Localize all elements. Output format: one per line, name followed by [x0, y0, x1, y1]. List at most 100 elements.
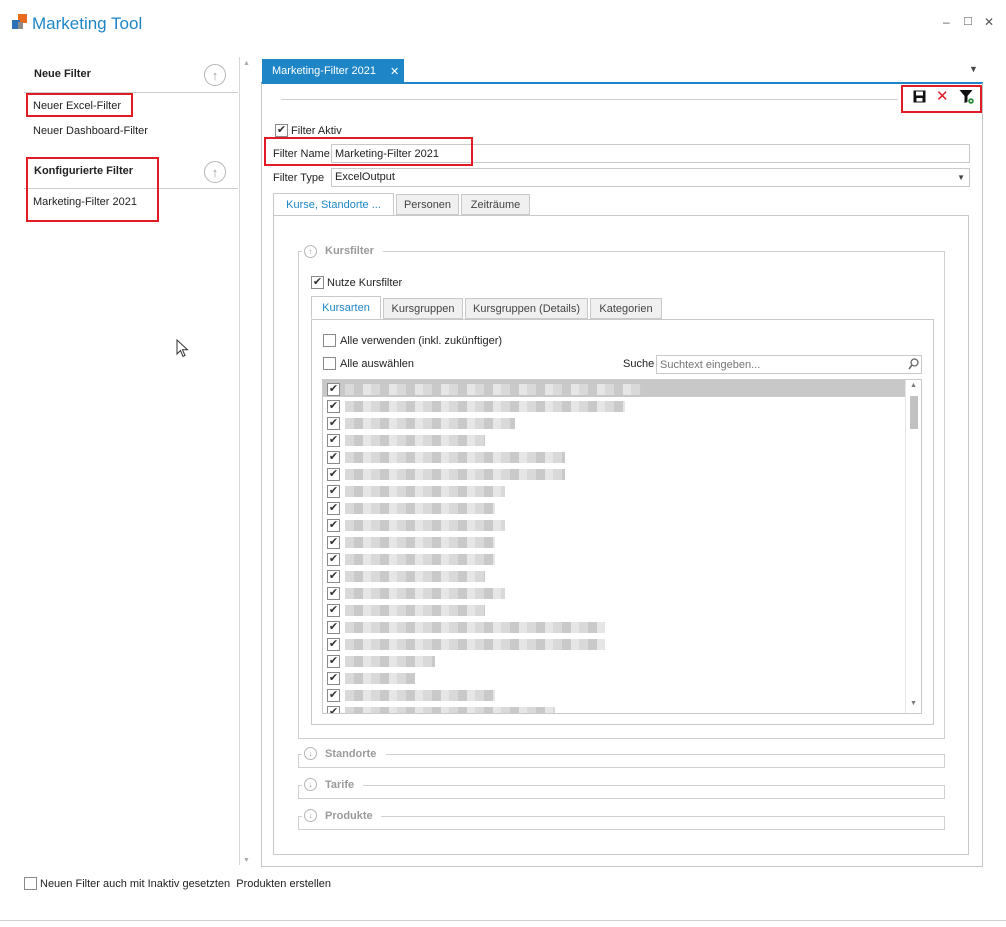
list-item-checkbox[interactable]: ✔ — [327, 400, 340, 413]
document-tab-marketing-filter-2021[interactable]: Marketing-Filter 2021 ✕ — [262, 59, 404, 83]
list-item-blurred-text — [345, 384, 645, 395]
standorte-group — [298, 754, 945, 768]
scroll-down-icon[interactable]: ▼ — [910, 700, 917, 707]
neue-filter-header: Neue Filter — [34, 68, 91, 80]
filter-settings-icon[interactable] — [959, 89, 975, 105]
use-kursfilter-label: Nutze Kursfilter — [327, 277, 403, 289]
list-item-checkbox[interactable]: ✔ — [327, 383, 340, 396]
list-item-checkbox[interactable]: ✔ — [327, 502, 340, 515]
collapse-new-filter-icon[interactable]: ↑ — [204, 64, 226, 86]
list-item-blurred-text — [345, 554, 495, 565]
select-all-checkbox[interactable] — [323, 357, 336, 370]
course-list[interactable]: ✔✔✔✔✔✔✔✔✔✔✔✔✔✔✔✔✔✔✔✔✔ — [322, 379, 922, 714]
list-item[interactable]: ✔ — [323, 602, 906, 619]
list-item[interactable]: ✔ — [323, 534, 906, 551]
filter-name-label: Filter Name — [273, 148, 330, 160]
list-item-checkbox[interactable]: ✔ — [327, 706, 340, 713]
list-item[interactable]: ✔ — [323, 398, 906, 415]
sidebar-item-new-dashboard-filter[interactable]: Neuer Dashboard-Filter — [33, 125, 148, 137]
list-scrollbar[interactable]: ▲ ▼ — [905, 380, 921, 713]
list-item[interactable]: ✔ — [323, 551, 906, 568]
list-item-checkbox[interactable]: ✔ — [327, 621, 340, 634]
tab-kategorien[interactable]: Kategorien — [590, 298, 662, 319]
list-item[interactable]: ✔ — [323, 670, 906, 687]
tab-kursgruppen[interactable]: Kursgruppen — [383, 298, 463, 319]
filter-name-input[interactable] — [331, 144, 970, 163]
list-item[interactable]: ✔ — [323, 381, 906, 398]
list-item[interactable]: ✔ — [323, 415, 906, 432]
app-logo-icon — [12, 14, 28, 30]
list-item[interactable]: ✔ — [323, 687, 906, 704]
list-item-blurred-text — [345, 435, 485, 446]
list-item-checkbox[interactable]: ✔ — [327, 417, 340, 430]
tab-zeitraeume[interactable]: Zeiträume — [461, 194, 530, 215]
scroll-thumb[interactable] — [910, 396, 918, 429]
list-item-blurred-text — [345, 469, 565, 480]
list-item-blurred-text — [345, 639, 605, 650]
minimize-button[interactable]: – — [943, 15, 950, 29]
sidebar-item-new-excel-filter[interactable]: Neuer Excel-Filter — [33, 100, 121, 112]
list-item-checkbox[interactable]: ✔ — [327, 689, 340, 702]
sidebar-scroll-down-icon[interactable]: ▼ — [243, 857, 250, 864]
list-item-blurred-text — [345, 452, 565, 463]
tab-kursarten[interactable]: Kursarten — [311, 296, 381, 319]
list-item-checkbox[interactable]: ✔ — [327, 553, 340, 566]
list-item-blurred-text — [345, 622, 605, 633]
select-all-label: Alle auswählen — [340, 358, 414, 370]
list-item-checkbox[interactable]: ✔ — [327, 434, 340, 447]
list-item[interactable]: ✔ — [323, 704, 906, 713]
list-item-checkbox[interactable]: ✔ — [327, 604, 340, 617]
list-item-checkbox[interactable]: ✔ — [327, 485, 340, 498]
sidebar-item-marketing-filter-2021[interactable]: Marketing-Filter 2021 — [33, 196, 137, 208]
use-kursfilter-checkbox[interactable]: ✔ — [311, 276, 324, 289]
list-item[interactable]: ✔ — [323, 585, 906, 602]
close-button[interactable]: ✕ — [984, 15, 994, 29]
list-item-checkbox[interactable]: ✔ — [327, 570, 340, 583]
list-item[interactable]: ✔ — [323, 483, 906, 500]
document-tab-label: Marketing-Filter 2021 — [272, 65, 376, 77]
list-item-checkbox[interactable]: ✔ — [327, 587, 340, 600]
list-item[interactable]: ✔ — [323, 500, 906, 517]
save-icon[interactable] — [913, 90, 926, 103]
list-item[interactable]: ✔ — [323, 568, 906, 585]
list-item-checkbox[interactable]: ✔ — [327, 519, 340, 532]
tab-personen[interactable]: Personen — [396, 194, 459, 215]
delete-icon[interactable]: ✕ — [936, 87, 949, 105]
tarife-group — [298, 785, 945, 799]
tab-kurse-standorte[interactable]: Kurse, Standorte ... — [273, 193, 394, 216]
list-item[interactable]: ✔ — [323, 517, 906, 534]
list-item[interactable]: ✔ — [323, 619, 906, 636]
filter-type-select[interactable]: ExcelOutput ▼ — [331, 168, 970, 187]
filter-active-checkbox[interactable]: ✔ — [275, 124, 288, 137]
include-inactive-products-label: Neuen Filter auch mit Inaktiv gesetzten … — [40, 878, 332, 890]
collapse-configured-filter-icon[interactable]: ↑ — [204, 161, 226, 183]
filter-active-label: Filter Aktiv — [291, 125, 342, 137]
close-tab-icon[interactable]: ✕ — [390, 65, 399, 78]
use-all-checkbox[interactable] — [323, 334, 336, 347]
sidebar-scroll-up-icon[interactable]: ▲ — [243, 60, 250, 67]
list-item[interactable]: ✔ — [323, 466, 906, 483]
list-item[interactable]: ✔ — [323, 636, 906, 653]
list-item-checkbox[interactable]: ✔ — [327, 451, 340, 464]
chevron-down-icon: ▼ — [957, 173, 965, 182]
list-item-checkbox[interactable]: ✔ — [327, 468, 340, 481]
tab-kursgruppen-details[interactable]: Kursgruppen (Details) — [465, 298, 588, 319]
include-inactive-products-checkbox[interactable] — [24, 877, 37, 890]
list-item-blurred-text — [345, 537, 495, 548]
scroll-up-icon[interactable]: ▲ — [910, 382, 917, 389]
list-item-blurred-text — [345, 605, 485, 616]
list-item[interactable]: ✔ — [323, 449, 906, 466]
list-item-blurred-text — [345, 503, 495, 514]
list-item-checkbox[interactable]: ✔ — [327, 638, 340, 651]
search-input[interactable] — [656, 355, 922, 374]
list-item-blurred-text — [345, 656, 435, 667]
list-item[interactable]: ✔ — [323, 432, 906, 449]
list-item-checkbox[interactable]: ✔ — [327, 672, 340, 685]
list-item-checkbox[interactable]: ✔ — [327, 655, 340, 668]
toolbar: ✕ — [908, 87, 978, 109]
maximize-button[interactable]: □ — [964, 13, 972, 28]
list-item-checkbox[interactable]: ✔ — [327, 536, 340, 549]
search-icon — [908, 358, 919, 370]
tab-dropdown-icon[interactable]: ▼ — [969, 64, 978, 74]
list-item[interactable]: ✔ — [323, 653, 906, 670]
